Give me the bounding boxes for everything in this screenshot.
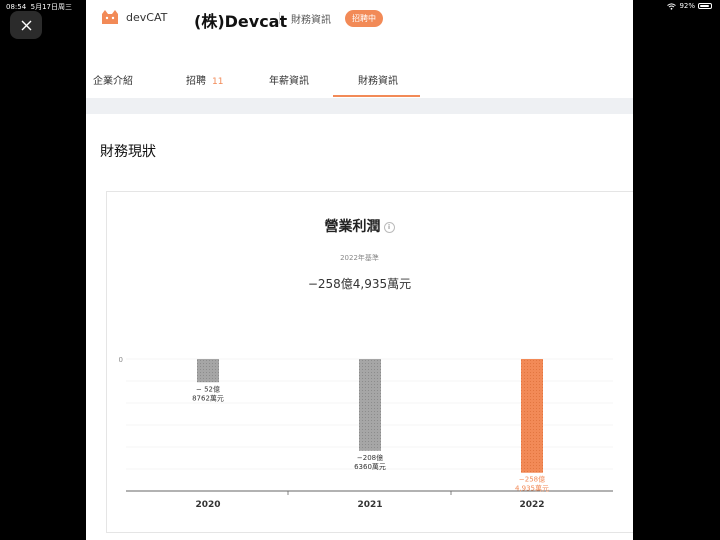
x-tick-label-2021: 2021 [357, 500, 382, 510]
y-tick-label-zero: 0 [119, 356, 123, 364]
basis-year: 2022年基準 [340, 254, 379, 262]
tab-financial[interactable]: 財務資訊 [358, 72, 398, 87]
company-header: devCAT (株)Devcat 財務資訊 招聘中 [86, 0, 633, 36]
tab-label: 招聘 [186, 76, 206, 87]
header-divider [279, 12, 280, 24]
section-title: 財務現狀 [100, 144, 156, 160]
bar-2022 [521, 359, 543, 473]
page: devCAT (株)Devcat 財務資訊 招聘中 企業介紹 招聘 11 年薪資訊… [86, 0, 633, 540]
operating-profit-chart: 0 − 52億8762萬元 2020 −208億6360萬元 2021 −258億4,93… [119, 356, 613, 510]
tab-jobs[interactable]: 招聘 11 [186, 72, 223, 87]
cat-logo-icon [102, 10, 118, 24]
status-right: 92% [667, 2, 712, 10]
tab-label: 企業介紹 [93, 76, 133, 87]
bar-2020 [197, 359, 219, 383]
header-subtitle: 財務資訊 [291, 15, 331, 26]
battery-icon [698, 3, 712, 9]
x-tick-label-2020: 2020 [195, 500, 220, 510]
total-value: −258億4,935萬元 [307, 277, 412, 291]
company-name: (株)Devcat [194, 12, 288, 31]
data-label-2020: − 52億 [196, 384, 220, 393]
data-label-unit-2020: 8762萬元 [192, 393, 224, 402]
tab-label: 年薪資訊 [269, 76, 309, 87]
tab-salary[interactable]: 年薪資訊 [269, 72, 309, 87]
tab-company-intro[interactable]: 企業介紹 [93, 72, 133, 87]
company-logo[interactable]: devCAT [100, 9, 167, 25]
job-count-badge: 11 [212, 77, 224, 87]
close-icon [21, 20, 31, 30]
logo-text: devCAT [126, 10, 168, 24]
battery-percent: 92% [679, 2, 695, 10]
data-label-unit-2021: 6360萬元 [354, 462, 386, 471]
data-label-2021: −208億 [357, 453, 383, 462]
wifi-icon [667, 2, 677, 10]
data-label-unit-2022: 4,935萬元 [515, 484, 549, 493]
bar-2021 [359, 359, 381, 451]
hiring-badge[interactable]: 招聘中 [345, 10, 383, 27]
active-tab-indicator [333, 95, 420, 97]
data-label-2022: −258億 [519, 475, 545, 484]
section-divider [86, 98, 633, 114]
card-title: 營業利潤 i [86, 216, 633, 236]
info-icon[interactable]: i [383, 221, 395, 233]
tab-bar: 企業介紹 招聘 11 年薪資訊 財務資訊 [86, 62, 633, 98]
card-title-text: 營業利潤 [324, 219, 381, 235]
close-button[interactable] [10, 11, 42, 39]
x-tick-label-2022: 2022 [519, 500, 544, 510]
tab-label: 財務資訊 [358, 76, 398, 87]
